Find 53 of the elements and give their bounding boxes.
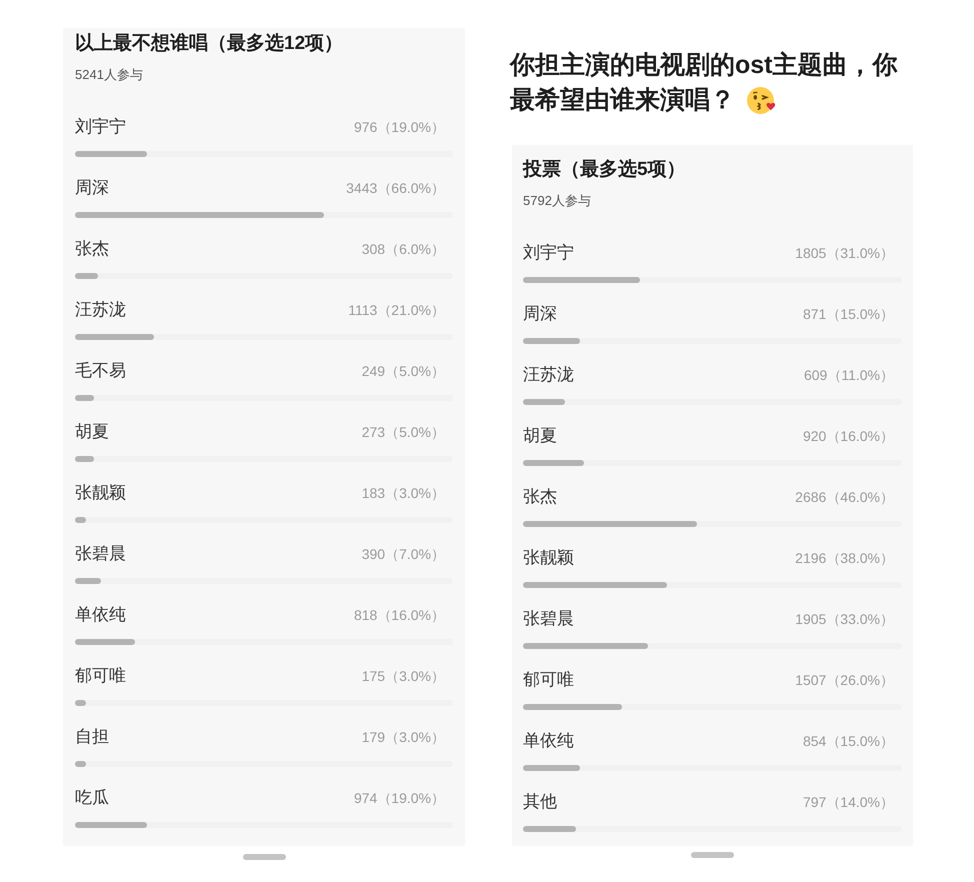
home-indicator	[691, 852, 734, 858]
option-name: 胡夏	[75, 421, 109, 443]
question-text: 最希望由谁来演唱？	[510, 85, 735, 116]
vote-result: 179（3.0%）	[362, 728, 445, 747]
vote-result: 976（19.0%）	[354, 118, 445, 137]
option-name: 胡夏	[523, 425, 557, 447]
option-name: 吃瓜	[75, 787, 109, 809]
vote-result: 920（16.0%）	[802, 427, 894, 446]
home-indicator	[242, 854, 286, 860]
vote-result: 273（5.0%）	[362, 423, 445, 442]
vote-result: 183（3.0%）	[362, 484, 445, 503]
vote-result: 3443（66.0%）	[346, 179, 445, 198]
option-name: 周深	[75, 177, 109, 199]
option-name: 张杰	[523, 486, 557, 508]
option-name: 郁可唯	[75, 665, 126, 687]
vote-result: 2196（38.0%）	[795, 549, 894, 568]
vote-result: 974（19.0%）	[354, 789, 445, 808]
option-name: 张靓颖	[75, 482, 126, 504]
vote-result: 1113（21.0%）	[348, 301, 445, 320]
vote-result: 175（3.0%）	[362, 667, 445, 686]
participant-count: 5241人参与	[75, 66, 144, 84]
vote-result: 1805（31.0%）	[795, 244, 894, 263]
option-name: 汪苏泷	[75, 299, 126, 321]
option-name: 单依纯	[523, 730, 574, 752]
option-name: 毛不易	[75, 360, 126, 382]
option-name: 汪苏泷	[523, 364, 574, 386]
option-name: 张碧晨	[523, 608, 574, 630]
vote-result: 1905（33.0%）	[795, 610, 894, 629]
option-name: 张靓颖	[523, 547, 574, 569]
option-name: 周深	[523, 303, 557, 325]
vote-result: 871（15.0%）	[802, 305, 894, 324]
vote-result: 390（7.0%）	[362, 545, 445, 564]
vote-result: 308（6.0%）	[362, 240, 445, 259]
option-name: 刘宇宁	[523, 242, 574, 264]
vote-result: 1507（26.0%）	[795, 671, 894, 690]
vote-result: 797（14.0%）	[802, 793, 894, 812]
option-name: 张杰	[75, 238, 109, 260]
option-name: 自担	[75, 726, 109, 748]
vote-result: 609（11.0%）	[804, 366, 894, 385]
kissing-face-icon	[747, 87, 776, 114]
poll-title: 投票（最多选5项）	[523, 158, 687, 182]
option-name: 郁可唯	[523, 669, 574, 691]
vote-result: 854（15.0%）	[802, 732, 894, 751]
option-name: 张碧晨	[75, 543, 126, 565]
option-name: 单依纯	[75, 604, 126, 626]
participant-count: 5792人参与	[523, 192, 592, 210]
option-name: 其他	[523, 791, 557, 813]
vote-result: 818（16.0%）	[354, 606, 445, 625]
option-name: 刘宇宁	[75, 116, 126, 138]
vote-result: 2686（46.0%）	[795, 488, 894, 507]
question-text: 你担主演的电视剧的ost主题曲，你	[510, 50, 898, 81]
vote-result: 249（5.0%）	[362, 362, 445, 381]
poll-title: 以上最不想谁唱（最多选12项）	[75, 32, 344, 56]
